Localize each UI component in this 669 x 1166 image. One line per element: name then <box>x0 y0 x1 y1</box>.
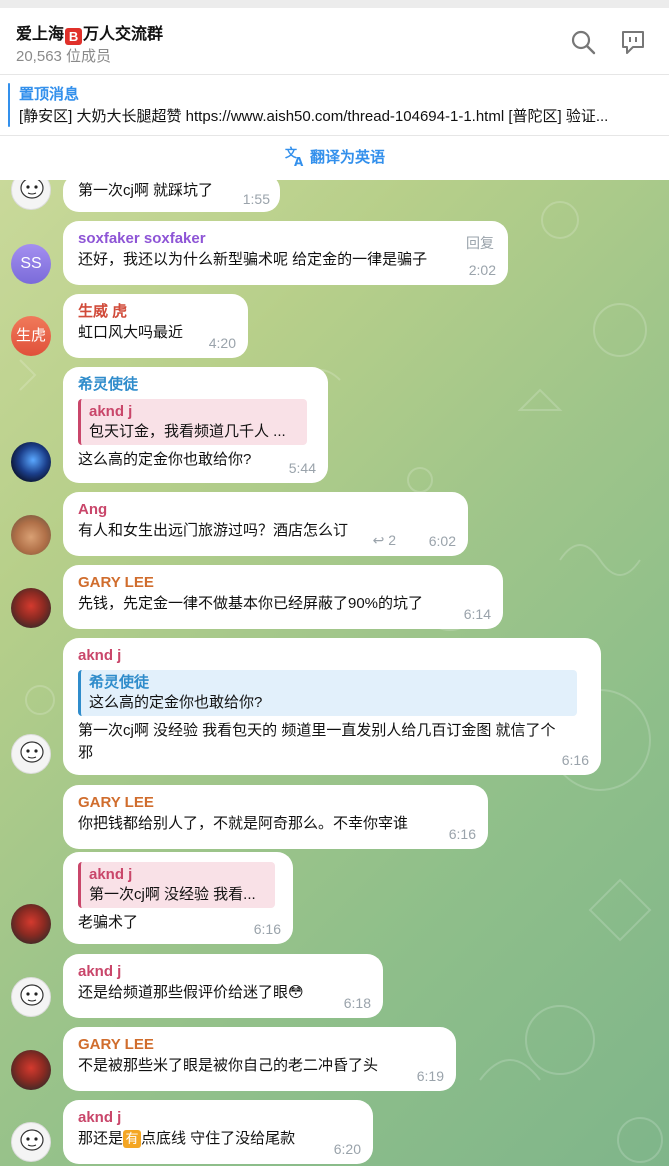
message-time: 6:16 <box>448 826 476 842</box>
message-text: 先钱，先定金一律不做基本你已经屏蔽了90%的坑了 <box>78 595 424 612</box>
reply-text: 包天订金，我看频道几千人 ... <box>89 423 286 440</box>
reply-text: 第一次cj啊 没经验 我看... <box>89 886 256 903</box>
reply-quote[interactable]: aknd j 包天订金，我看频道几千人 ... <box>78 399 307 445</box>
message-bubble[interactable]: aknd j 那还是有点底线 守住了没给尾款 6:20 <box>63 1100 373 1164</box>
meme-face-icon <box>20 984 44 1006</box>
meme-face-icon <box>20 1129 44 1151</box>
reply-text: 这么高的定金你也敢给你? <box>89 694 263 711</box>
sender-name[interactable]: aknd j <box>78 1108 359 1128</box>
translate-button[interactable]: 文 A 翻译为英语 <box>0 136 669 180</box>
message-text: 有人和女生出远门旅游过吗？酒店怎么订 <box>78 522 349 539</box>
chat-bubble-icon[interactable] <box>619 28 647 56</box>
message-text: 还好，我还以为什么新型骗术呢 给定金的一律是骗子 <box>78 251 428 268</box>
message-time: 6:14 <box>463 606 491 622</box>
message-time: 6:18 <box>343 995 371 1011</box>
message-time: 6:16 <box>253 921 281 937</box>
message-bubble[interactable]: 希灵使徒 aknd j 包天订金，我看频道几千人 ... 这么高的定金你也敢给你… <box>63 367 328 483</box>
avatar-xiling-shitu[interactable] <box>11 442 51 482</box>
message-text: 还是给频道那些假评价给迷了眼😳 <box>78 984 304 1001</box>
message-time: 4:20 <box>208 335 236 351</box>
message-time: 6:16 <box>561 752 589 768</box>
message-text: 你把钱都给别人了，不就是阿奇那么。不幸你宰谁 <box>78 815 409 832</box>
b-badge-icon: B <box>65 28 83 45</box>
sender-name[interactable]: GARY LEE <box>78 1035 442 1055</box>
chat-header[interactable]: 爱上海 B 万人交流群 20,563 位成员 <box>0 8 669 75</box>
message-time: 6:19 <box>416 1068 444 1084</box>
message-text: 第一次cj啊 就踩坑了 <box>78 182 214 199</box>
message-time: 2:02 <box>468 262 496 278</box>
message-time: 6:20 <box>333 1141 361 1157</box>
message-text: 不是被那些米了眼是被你自己的老二冲昏了头 <box>78 1057 379 1074</box>
avatar-gary-lee[interactable] <box>11 588 51 628</box>
reply-sender: aknd j <box>89 403 133 420</box>
reply-sender: 希灵使徒 <box>89 674 150 691</box>
avatar-aknd-j[interactable] <box>11 734 51 774</box>
message-list[interactable]: 第一次cj啊 就踩坑了 1:55 SS soxfaker soxfaker 回复… <box>0 180 669 1166</box>
message-text: 这么高的定金你也敢给你? <box>78 451 252 468</box>
avatar-soxfaker[interactable]: SS <box>11 244 51 284</box>
pinned-title: 置顶消息 <box>19 86 80 103</box>
reply-label[interactable]: 回复 <box>466 233 494 253</box>
sender-name[interactable]: soxfaker soxfaker <box>78 229 494 249</box>
avatar-gary-lee[interactable] <box>11 904 51 944</box>
avatar-gary-lee[interactable] <box>11 1050 51 1090</box>
sender-name[interactable]: 希灵使徒 <box>78 375 314 395</box>
message-text: 第一次cj啊 没经验 我看包天的 频道里一直发别人给几百订金图 就信了个 <box>78 722 556 739</box>
avatar-aknd-j[interactable] <box>11 977 51 1017</box>
message-bubble[interactable]: aknd j 还是给频道那些假评价给迷了眼😳 6:18 <box>63 954 383 1018</box>
message-text: 老骗术了 <box>78 914 139 931</box>
sender-name[interactable]: Ang <box>78 500 454 520</box>
message-bubble[interactable]: GARY LEE 不是被那些米了眼是被你自己的老二冲昏了头 6:19 <box>63 1027 456 1091</box>
meme-face-icon <box>20 741 44 763</box>
translate-label: 翻译为英语 <box>309 149 385 166</box>
message-bubble[interactable]: soxfaker soxfaker 回复 还好，我还以为什么新型骗术呢 给定金的… <box>63 221 508 285</box>
sender-name[interactable]: GARY LEE <box>78 573 489 593</box>
reply-sender: aknd j <box>89 866 133 883</box>
pinned-text: [静安区] 大奶大长腿超赞 https://www.aish50.com/thr… <box>19 108 609 125</box>
you-emoji-icon: 有 <box>123 1130 142 1148</box>
sender-name[interactable]: aknd j <box>78 962 369 982</box>
message-bubble[interactable]: GARY LEE 你把钱都给别人了，不就是阿奇那么。不幸你宰谁 6:16 <box>63 785 488 849</box>
replies-indicator[interactable]: ↩ 2 <box>373 532 396 549</box>
flushed-face-icon: 😳 <box>288 984 304 1001</box>
message-bubble[interactable]: 第一次cj啊 就踩坑了 1:55 <box>63 180 280 212</box>
message-text: 那还是有点底线 守住了没给尾款 <box>78 1130 296 1148</box>
reply-arrow-icon: ↩ <box>372 532 385 548</box>
avatar-aknd-j[interactable] <box>11 1122 51 1162</box>
message-bubble[interactable]: Ang 有人和女生出远门旅游过吗？酒店怎么订 ↩ 2 6:02 <box>63 492 468 556</box>
svg-text:A: A <box>294 155 304 167</box>
sender-name[interactable]: 生威 虎 <box>78 302 234 322</box>
reply-count: 2 <box>388 532 396 548</box>
message-bubble[interactable]: GARY LEE 先钱，先定金一律不做基本你已经屏蔽了90%的坑了 6:14 <box>63 565 503 629</box>
reply-quote[interactable]: 希灵使徒 这么高的定金你也敢给你? <box>78 670 577 716</box>
sender-name[interactable]: GARY LEE <box>78 793 474 813</box>
sender-name[interactable]: aknd j <box>78 646 587 666</box>
status-strip <box>0 0 669 8</box>
message-time: 1:55 <box>242 191 270 207</box>
message-time: 5:44 <box>288 460 316 476</box>
translate-icon: 文 A <box>285 145 304 169</box>
pinned-bar <box>8 83 10 127</box>
chat-title: 爱上海 B 万人交流群 <box>16 26 164 45</box>
search-icon[interactable] <box>569 28 597 56</box>
message-bubble[interactable]: aknd j 希灵使徒 这么高的定金你也敢给你? 第一次cj啊 没经验 我看包天… <box>63 638 601 775</box>
message-bubble[interactable]: 生威 虎 虹口风大吗最近 4:20 <box>63 294 248 358</box>
member-count: 20,563 位成员 <box>16 48 112 65</box>
message-time: 6:02 <box>428 533 456 549</box>
avatar-shengwei-hu[interactable]: 生虎 <box>11 316 51 356</box>
message-text-continued: 邪 <box>78 744 94 761</box>
message-bubble[interactable]: aknd j 第一次cj啊 没经验 我看... 老骗术了 6:16 <box>63 852 293 944</box>
reply-quote[interactable]: aknd j 第一次cj啊 没经验 我看... <box>78 862 275 908</box>
pinned-message[interactable]: 置顶消息 [静安区] 大奶大长腿超赞 https://www.aish50.co… <box>0 75 669 136</box>
avatar-ang[interactable] <box>11 515 51 555</box>
